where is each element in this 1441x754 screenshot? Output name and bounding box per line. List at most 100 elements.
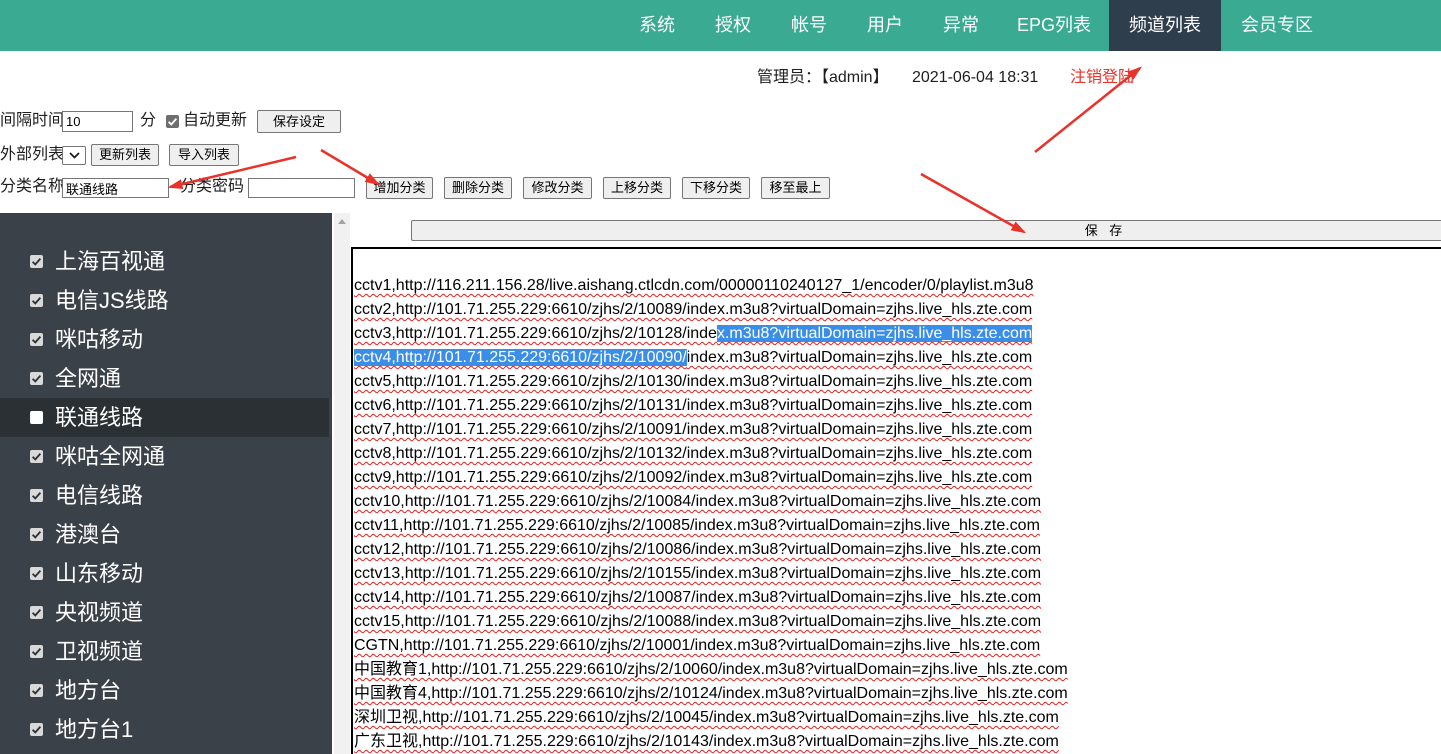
sidebar-item-label: 地方台1 (55, 717, 134, 742)
check-icon (31, 258, 42, 266)
sidebar-item[interactable]: 山东移动 (0, 554, 329, 593)
check-icon (31, 375, 42, 383)
check-icon (31, 726, 42, 734)
sidebar-item[interactable]: 卫视频道 (0, 632, 329, 671)
external-list-label: 外部列表 (0, 146, 65, 163)
nav-item-exceptions[interactable]: 异常 (923, 0, 999, 51)
interval-label: 间隔时间 (0, 112, 65, 129)
channel-line: 深圳卫视,http://101.71.255.229:6610/zjhs/2/1… (354, 706, 1441, 730)
category-checkbox-checked[interactable] (30, 723, 43, 736)
category-checkbox-checked[interactable] (30, 372, 43, 385)
check-icon (31, 570, 42, 578)
category-password-input[interactable] (248, 178, 355, 198)
nav-item-users[interactable]: 用户 (847, 0, 923, 51)
channel-line: cctv12,http://101.71.255.229:6610/zjhs/2… (354, 538, 1441, 562)
scroll-up-arrow-icon[interactable] (338, 219, 346, 224)
channel-line: 中国教育1,http://101.71.255.229:6610/zjhs/2/… (354, 658, 1441, 682)
nav-item-channel-list[interactable]: 频道列表 (1109, 0, 1221, 51)
sidebar-item[interactable]: 电信线路 (0, 476, 329, 515)
login-datetime: 2021-06-04 18:31 (912, 69, 1039, 86)
channel-line: cctv3,http://101.71.255.229:6610/zjhs/2/… (354, 322, 1441, 346)
sidebar-item-label: 港澳台 (55, 522, 122, 547)
channel-line-text: cctv14,http://101.71.255.229:6610/zjhs/2… (354, 589, 1042, 606)
category-checkbox-checked[interactable] (30, 645, 43, 658)
category-checkbox-checked[interactable] (30, 567, 43, 580)
channel-line: cctv14,http://101.71.255.229:6610/zjhs/2… (354, 586, 1441, 610)
modify-category-button[interactable]: 修改分类 (523, 177, 592, 199)
check-icon (167, 118, 178, 126)
move-up-category-button[interactable]: 上移分类 (603, 177, 671, 199)
category-name-input[interactable] (62, 178, 169, 198)
channel-line-text: cctv1,http://116.211.156.28/live.aishang… (354, 277, 1034, 294)
import-list-button[interactable]: 导入列表 (169, 144, 239, 166)
update-list-button[interactable]: 更新列表 (91, 144, 159, 166)
nav-item-system[interactable]: 系统 (619, 0, 695, 51)
channel-line-text: cctv13,http://101.71.255.229:6610/zjhs/2… (354, 565, 1042, 582)
check-icon (31, 492, 42, 500)
sidebar-item[interactable]: 地方台1 (0, 710, 329, 749)
interval-input[interactable] (62, 111, 133, 132)
category-password-label: 分类密码 (180, 178, 245, 195)
move-down-category-button[interactable]: 下移分类 (682, 177, 750, 199)
sidebar-item-label: 电信线路 (55, 483, 144, 508)
check-icon (31, 687, 42, 695)
nav-item-accounts[interactable]: 帐号 (771, 0, 847, 51)
channel-line: cctv6,http://101.71.255.229:6610/zjhs/2/… (354, 394, 1441, 418)
check-icon (31, 531, 42, 539)
nav-item-license[interactable]: 授权 (695, 0, 771, 51)
sidebar-item[interactable]: 港澳台 (0, 515, 329, 554)
nav-item-epg-list[interactable]: EPG列表 (999, 0, 1109, 51)
sidebar-item-label: 上海百视通 (55, 249, 166, 274)
channel-line-text: cctv15,http://101.71.255.229:6610/zjhs/2… (354, 613, 1042, 630)
move-to-top-button[interactable]: 移至最上 (761, 177, 830, 199)
delete-category-button[interactable]: 删除分类 (444, 177, 512, 199)
channel-line: CGTN,http://101.71.255.229:6610/zjhs/2/1… (354, 634, 1441, 658)
auto-update-label: 自动更新 (183, 112, 248, 129)
category-checkbox-checked[interactable] (30, 294, 43, 307)
sidebar-scrollbar[interactable] (334, 213, 350, 754)
channel-line: cctv7,http://101.71.255.229:6610/zjhs/2/… (354, 418, 1441, 442)
logout-link[interactable]: 注销登陆 (1070, 66, 1134, 90)
channel-line: cctv10,http://101.71.255.229:6610/zjhs/2… (354, 490, 1441, 514)
top-nav-bar: 系统 授权 帐号 用户 异常 EPG列表 频道列表 会员专区 (0, 0, 1441, 51)
external-list-select[interactable] (62, 146, 86, 165)
channel-list-textarea[interactable]: cctv1,http://116.211.156.28/live.aishang… (351, 247, 1441, 754)
channel-line-text: cctv7,http://101.71.255.229:6610/zjhs/2/… (354, 421, 1033, 438)
category-checkbox-checked[interactable] (30, 255, 43, 268)
sidebar-item[interactable]: 上海百视通 (0, 242, 329, 281)
channel-line: cctv1,http://116.211.156.28/live.aishang… (354, 274, 1441, 298)
channel-line: cctv5,http://101.71.255.229:6610/zjhs/2/… (354, 370, 1441, 394)
channel-line: cctv11,http://101.71.255.229:6610/zjhs/2… (354, 514, 1441, 538)
auto-update-checkbox[interactable] (166, 115, 179, 128)
check-icon (31, 648, 42, 656)
channel-line-text: 深圳卫视,http://101.71.255.229:6610/zjhs/2/1… (354, 709, 1059, 726)
category-checkbox-checked[interactable] (30, 684, 43, 697)
channel-line: cctv8,http://101.71.255.229:6610/zjhs/2/… (354, 442, 1441, 466)
sidebar-item[interactable]: 咪咕移动 (0, 320, 329, 359)
sidebar-item[interactable]: 联通线路 (0, 398, 329, 437)
category-checkbox-checked[interactable] (30, 450, 43, 463)
channel-line: cctv4,http://101.71.255.229:6610/zjhs/2/… (354, 346, 1441, 370)
category-checkbox-unchecked[interactable] (30, 411, 43, 424)
sidebar-item-label: 山东移动 (55, 561, 144, 586)
channel-line: cctv15,http://101.71.255.229:6610/zjhs/2… (354, 610, 1441, 634)
sidebar-item[interactable]: 央视频道 (0, 593, 329, 632)
sidebar-item[interactable]: 电信JS线路 (0, 281, 329, 320)
category-checkbox-checked[interactable] (30, 489, 43, 502)
sidebar-item[interactable]: 地方台 (0, 671, 329, 710)
category-checkbox-checked[interactable] (30, 333, 43, 346)
category-checkbox-checked[interactable] (30, 606, 43, 619)
sidebar-item[interactable]: 咪咕全网通 (0, 437, 329, 476)
category-checkbox-checked[interactable] (30, 528, 43, 541)
channel-line-text: 中国教育4,http://101.71.255.229:6610/zjhs/2/… (354, 685, 1068, 702)
channel-line-text: 广东卫视,http://101.71.255.229:6610/zjhs/2/1… (354, 733, 1059, 750)
nav-item-members[interactable]: 会员专区 (1221, 0, 1333, 51)
sidebar-item[interactable]: 全网通 (0, 359, 329, 398)
save-channels-button[interactable]: 保 存 (411, 220, 1441, 241)
channel-line: cctv13,http://101.71.255.229:6610/zjhs/2… (354, 562, 1441, 586)
channel-line: 中国教育4,http://101.71.255.229:6610/zjhs/2/… (354, 682, 1441, 706)
save-settings-button[interactable]: 保存设定 (257, 110, 341, 133)
add-category-button[interactable]: 增加分类 (366, 177, 433, 199)
channel-line-text: cctv5,http://101.71.255.229:6610/zjhs/2/… (354, 373, 1033, 390)
channel-line-text: 中国教育1,http://101.71.255.229:6610/zjhs/2/… (354, 661, 1068, 678)
